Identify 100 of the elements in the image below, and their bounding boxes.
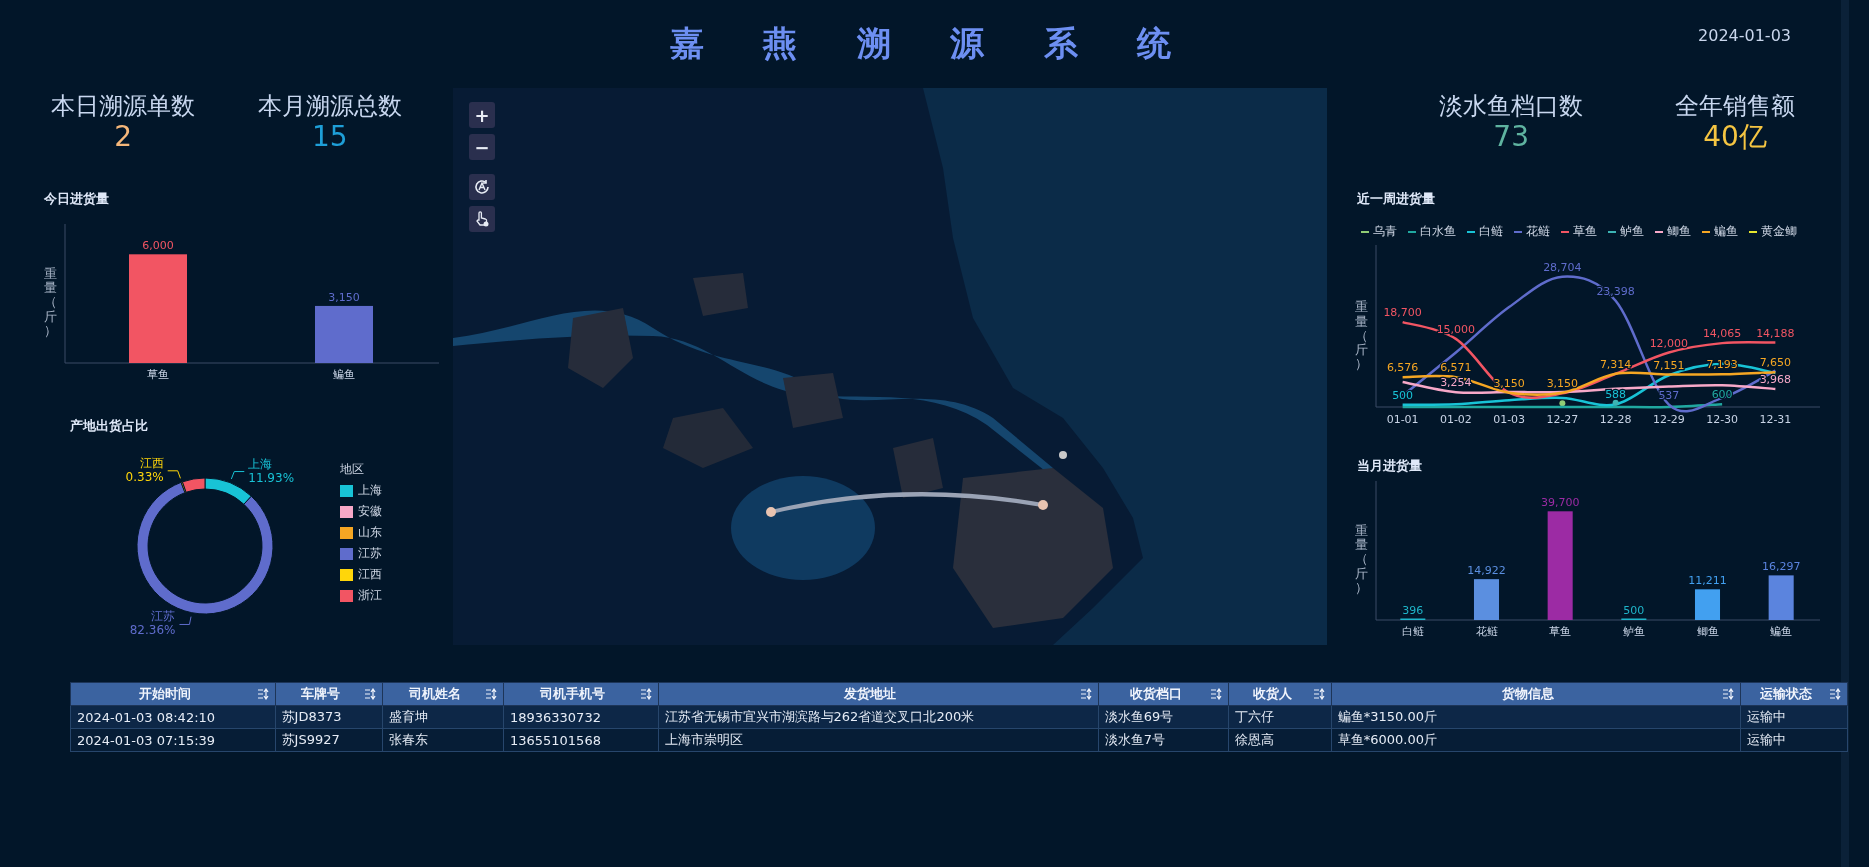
axis-label: 花鲢 [1475, 625, 1498, 638]
value-label: 500 [1392, 388, 1414, 402]
stat-label: 本日溯源单数 [51, 91, 196, 122]
sort-icon[interactable] [363, 688, 376, 700]
value-label: 39,700 [1541, 496, 1580, 510]
axis-label: 01-03 [1493, 413, 1526, 426]
section-title: 当月进货量 [1357, 457, 1424, 475]
table-cell: 18936330732 [503, 705, 659, 729]
axis-label: 12-29 [1653, 413, 1686, 426]
value-label: 14,188 [1756, 326, 1795, 340]
axis-label: 12-27 [1546, 413, 1579, 426]
table-cell: 草鱼*6000.00斤 [1331, 728, 1741, 752]
value-label: 15,000 [1436, 322, 1476, 336]
sort-icon[interactable] [1210, 688, 1223, 700]
legend-title: 地区 [340, 461, 365, 478]
stat-label: 本月溯源总数 [257, 91, 402, 122]
sort-icon[interactable] [1829, 688, 1841, 700]
axis-label: 01-01 [1386, 413, 1419, 426]
section-title: 今日进货量 [44, 190, 110, 208]
legend-label: 乌青 [1373, 224, 1398, 239]
value-label: 3,254 [1440, 376, 1472, 390]
value-label: 3,150 [328, 290, 360, 304]
table-cell: 江苏省无锡市宜兴市湖滨路与262省道交叉口北200米 [658, 705, 1099, 729]
table-cell: 鳊鱼*3150.00斤 [1331, 705, 1741, 729]
value-label: 588 [1605, 388, 1627, 402]
legend-label: 鲫鱼 [1667, 224, 1692, 239]
zoom-in-button[interactable]: + [469, 102, 495, 128]
value-label: 14,922 [1467, 564, 1506, 578]
axis-label: 白鲢 [1402, 625, 1424, 638]
legend-label: 上海 [358, 482, 382, 499]
value-label: 28,704 [1543, 260, 1582, 274]
table-cell: 张春东 [382, 728, 504, 752]
axis-label: 12-28 [1599, 413, 1632, 426]
pointer-button[interactable] [469, 206, 495, 232]
value-label: 6,571 [1440, 361, 1472, 375]
slice-label: 江苏 82.36% [129, 609, 176, 638]
sort-icon[interactable] [639, 688, 652, 700]
sort-icon[interactable] [256, 688, 269, 700]
slice-label: 江西 0.33% [125, 455, 164, 484]
legend-label: 江西 [358, 566, 382, 583]
legend-label: 花鲢 [1526, 224, 1551, 239]
value-label: 7,650 [1759, 356, 1792, 370]
sort-icon[interactable] [484, 688, 497, 700]
table-cell: 13655101568 [503, 728, 659, 752]
axis-label: 草鱼 [1549, 625, 1572, 638]
legend-label: 山东 [358, 524, 382, 541]
value-label: 7,314 [1600, 357, 1632, 371]
table-cell: 上海市崇明区 [658, 728, 1099, 752]
value-label: 6,000 [142, 239, 174, 253]
legend-label: 安徽 [358, 503, 382, 520]
axis-label: 01-02 [1440, 413, 1473, 426]
table-cell: 2024-01-03 08:42:10 [70, 705, 276, 729]
value-label: 7,193 [1706, 358, 1739, 372]
axis-label: 鳊鱼 [1770, 625, 1793, 638]
rotate-button[interactable] [469, 174, 495, 200]
stat-label: 全年销售额 [1675, 91, 1796, 122]
table-cell: 淡水鱼7号 [1098, 728, 1229, 752]
axis-title: 重量（斤） [1355, 523, 1369, 596]
date-label: 2024-01-03 [1698, 26, 1791, 45]
value-label: 7,151 [1653, 358, 1685, 372]
axis-label: 12-30 [1706, 413, 1739, 426]
page-title: 嘉燕溯源系统 [669, 22, 1231, 65]
value-label: 396 [1402, 603, 1424, 617]
axis-label: 鳊鱼 [333, 368, 355, 381]
legend-label: 黄金鲫 [1761, 224, 1798, 239]
stat-value: 40亿 [1703, 122, 1767, 152]
axis-label: 草鱼 [147, 368, 169, 381]
axis-title: 重量（斤） [44, 266, 57, 339]
legend-label: 草鱼 [1573, 224, 1598, 239]
rotate-icon [473, 178, 491, 196]
value-label: 16,297 [1762, 560, 1801, 574]
leader-line [230, 471, 245, 480]
stat-value: 15 [311, 122, 348, 152]
slice-label: 上海 11.93% [248, 456, 295, 485]
stat-value: 2 [114, 122, 133, 152]
leader-line [178, 616, 192, 625]
section-title: 产地出货占比 [70, 417, 149, 435]
value-label: 3,968 [1759, 373, 1792, 386]
sort-icon[interactable] [1721, 688, 1734, 700]
sort-icon[interactable] [1079, 688, 1092, 700]
stat-label: 淡水鱼档口数 [1439, 91, 1584, 122]
stat-value: 73 [1493, 122, 1529, 152]
table-cell: 盛育坤 [382, 705, 504, 729]
zoom-out-button[interactable]: − [469, 134, 495, 160]
leader-line [167, 470, 181, 479]
axis-title: 重量（斤） [1355, 300, 1369, 372]
legend-label: 鳊鱼 [1714, 224, 1739, 239]
sort-icon[interactable] [1312, 688, 1325, 700]
axis-label: 鲫鱼 [1696, 625, 1719, 638]
legend-label: 江苏 [358, 545, 382, 562]
table-cell: 淡水鱼69号 [1098, 705, 1229, 729]
legend-label: 白水鱼 [1420, 224, 1457, 239]
value-label: 18,700 [1383, 306, 1423, 320]
legend-label: 鲈鱼 [1620, 224, 1645, 239]
axis-label: 12-31 [1759, 413, 1792, 426]
value-label: 12,000 [1649, 336, 1689, 350]
legend-label: 白鲢 [1479, 224, 1504, 239]
legend-label: 浙江 [358, 587, 382, 604]
section-title: 近一周进货量 [1357, 190, 1437, 208]
value-label: 11,211 [1688, 574, 1727, 588]
